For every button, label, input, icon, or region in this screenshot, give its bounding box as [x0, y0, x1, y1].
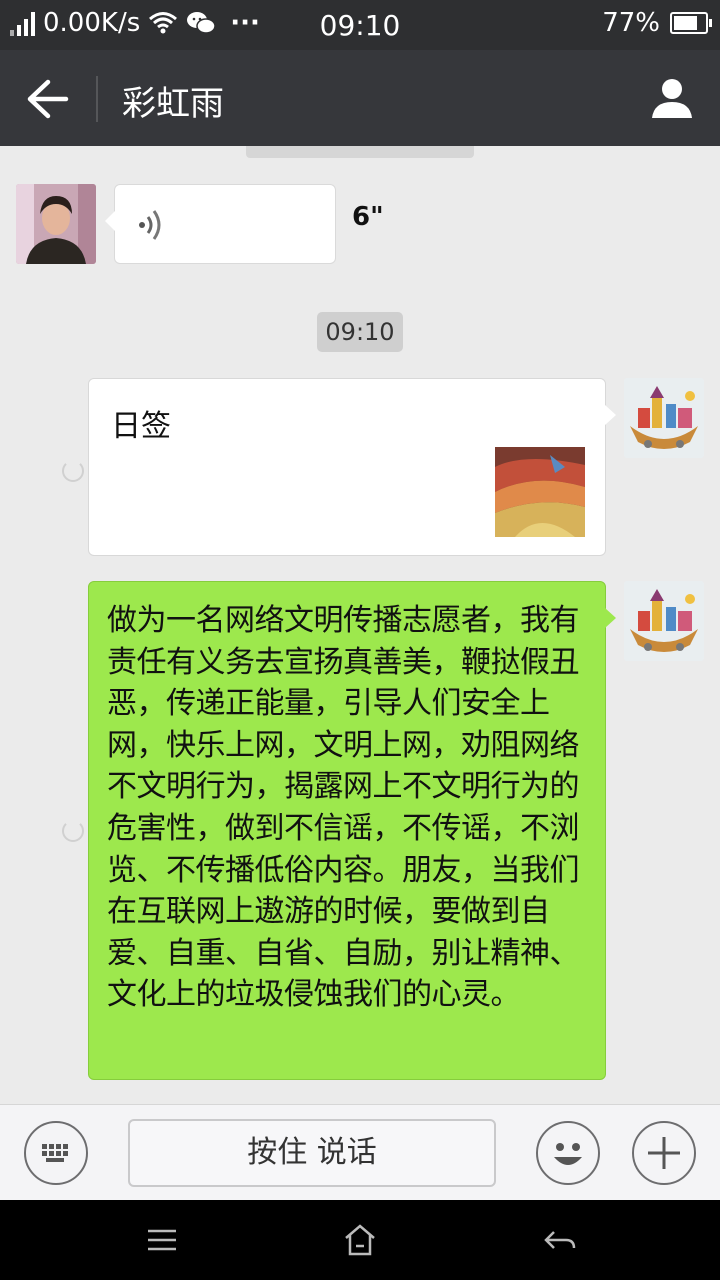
keyboard-icon[interactable]: [24, 1121, 88, 1185]
status-right: 77%: [602, 8, 712, 38]
message-timestamp: 09:10: [317, 312, 403, 352]
voice-duration: 6": [352, 202, 384, 232]
loading-icon: [62, 460, 84, 482]
battery-icon: [670, 12, 712, 34]
avatar[interactable]: [624, 581, 704, 661]
back-arrow-icon[interactable]: [540, 1220, 580, 1260]
input-bar: 按住 说话: [0, 1104, 720, 1200]
share-card-bubble[interactable]: 日签: [88, 378, 616, 556]
voice-message-bubble[interactable]: [105, 184, 336, 264]
voice-wave-icon: [139, 210, 161, 240]
navigation-bar: [0, 1200, 720, 1280]
hold-to-talk-button[interactable]: 按住 说话: [128, 1119, 496, 1187]
smiley-icon[interactable]: [536, 1121, 600, 1185]
timestamp-partial: [246, 146, 474, 158]
avatar[interactable]: [16, 184, 96, 264]
share-card-title: 日签: [111, 409, 171, 444]
status-bar: 0.00K/s ··· 09:10 77%: [0, 0, 720, 50]
chat-messages[interactable]: 6" 09:10 日签 做为一名网络文明传播志愿者，我有责任有义务去宣扬真善美，…: [0, 146, 720, 1104]
plus-icon[interactable]: [632, 1121, 696, 1185]
battery-percent: 77%: [602, 8, 660, 38]
header-divider: [96, 76, 98, 122]
share-card-thumbnail: [495, 447, 585, 537]
home-icon[interactable]: [340, 1220, 380, 1260]
avatar[interactable]: [624, 378, 704, 458]
loading-icon: [62, 820, 84, 842]
chat-header: 彩虹雨: [0, 50, 720, 146]
person-icon[interactable]: [650, 76, 694, 120]
message-text: 做为一名网络文明传播志愿者，我有责任有义务去宣扬真善美，鞭挞假丑恶，传递正能量，…: [107, 603, 580, 1013]
text-message-bubble[interactable]: 做为一名网络文明传播志愿者，我有责任有义务去宣扬真善美，鞭挞假丑恶，传递正能量，…: [88, 581, 616, 1080]
chat-title: 彩虹雨: [122, 84, 224, 124]
menu-icon[interactable]: [142, 1220, 182, 1260]
arrow-left-icon[interactable]: [24, 78, 74, 120]
